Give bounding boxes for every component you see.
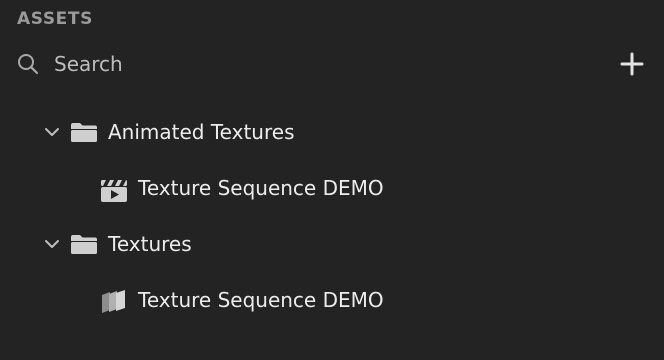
tree-item-texture-sequence-animated[interactable]: Texture Sequence DEMO [0, 168, 664, 208]
folder-icon [70, 120, 97, 144]
tree-item-texture-sequence[interactable]: Texture Sequence DEMO [0, 280, 664, 320]
chevron-down-icon[interactable] [44, 124, 60, 140]
assets-panel: ASSETS Animated Te [0, 0, 664, 360]
stacked-layers-icon [100, 288, 126, 313]
tree-item-label: Animated Textures [108, 120, 295, 144]
tree-item-textures[interactable]: Textures [0, 224, 664, 264]
tree-item-label: Texture Sequence DEMO [138, 288, 384, 312]
folder-icon [70, 232, 97, 256]
search-row [0, 44, 664, 84]
plus-icon [620, 52, 644, 76]
search-icon [16, 52, 40, 76]
tree-item-animated-textures[interactable]: Animated Textures [0, 112, 664, 152]
chevron-down-icon[interactable] [44, 236, 60, 252]
search-input[interactable] [54, 50, 574, 78]
panel-title: ASSETS [17, 9, 93, 29]
add-asset-button[interactable] [618, 50, 646, 78]
clapperboard-play-icon [100, 176, 127, 202]
tree-item-label: Texture Sequence DEMO [138, 176, 384, 200]
tree-item-label: Textures [108, 232, 192, 256]
